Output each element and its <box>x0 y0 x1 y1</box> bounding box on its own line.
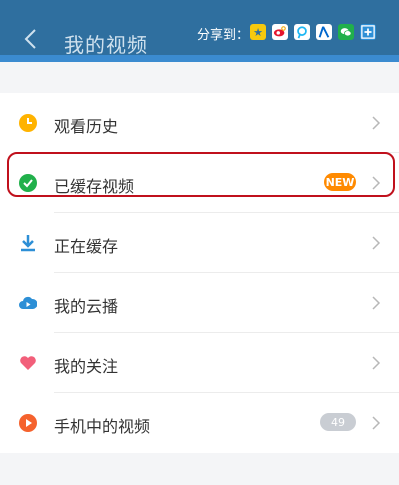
tencent-weibo-share-icon[interactable] <box>294 24 310 40</box>
menu-item-label: 我的云播 <box>54 297 119 316</box>
app-header: 我的视频 分享到： ★ <box>0 0 399 62</box>
back-button[interactable] <box>20 28 42 50</box>
menu-item-label: 我的关注 <box>54 357 119 376</box>
menu-item-caching[interactable]: 正在缓存 <box>0 213 399 273</box>
chevron-right-icon <box>371 235 381 251</box>
menu-item-label: 手机中的视频 <box>54 417 151 436</box>
highlight-outline <box>7 152 395 197</box>
menu-item-following[interactable]: 我的关注 <box>0 333 399 393</box>
menu-item-cloud-play[interactable]: 我的云播 <box>0 273 399 333</box>
clock-icon <box>19 114 37 132</box>
cloud-play-icon <box>19 294 37 312</box>
play-icon <box>19 414 37 432</box>
menu-item-watch-history[interactable]: 观看历史 <box>0 93 399 153</box>
share-icons: ★ <box>250 24 376 40</box>
renren-share-icon[interactable] <box>316 24 332 40</box>
back-arrow-icon <box>24 29 36 49</box>
wechat-share-icon[interactable] <box>338 24 354 40</box>
chevron-right-icon <box>371 115 381 131</box>
more-share-icon[interactable] <box>360 24 376 40</box>
menu-list: 观看历史 已缓存视频 NEW 正在缓存 我的云播 我的关注 手机中的视频 49 <box>0 93 399 453</box>
chevron-right-icon <box>371 415 381 431</box>
qzone-share-icon[interactable]: ★ <box>250 24 266 40</box>
heart-icon <box>19 354 37 372</box>
menu-item-label: 观看历史 <box>54 117 119 136</box>
page-title: 我的视频 <box>64 33 148 57</box>
weibo-share-icon[interactable] <box>272 24 288 40</box>
share-label: 分享到： <box>197 28 250 43</box>
menu-item-label: 正在缓存 <box>54 237 119 256</box>
chevron-right-icon <box>371 295 381 311</box>
download-icon <box>19 234 37 252</box>
chevron-right-icon <box>371 355 381 371</box>
count-badge: 49 <box>320 413 356 431</box>
menu-item-local-videos[interactable]: 手机中的视频 49 <box>0 393 399 453</box>
